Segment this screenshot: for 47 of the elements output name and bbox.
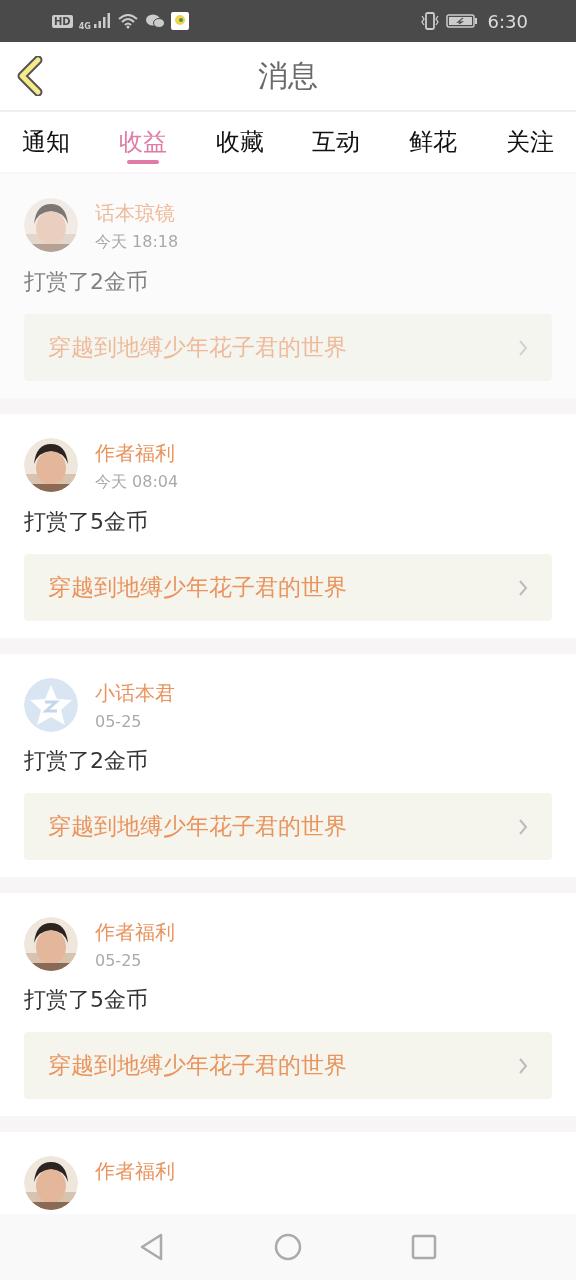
message-text: 打赏了2金币 xyxy=(24,268,149,296)
tab[interactable]: 关注 xyxy=(506,112,554,172)
wifi-icon xyxy=(116,13,139,29)
tab[interactable]: 互动 xyxy=(312,112,361,172)
app-notification-icon xyxy=(170,12,189,30)
sender-name[interactable]: 作者福利 xyxy=(95,919,175,946)
star-logo-avatar-icon xyxy=(24,678,78,732)
message-time: 05-25 xyxy=(95,712,143,731)
square-recents-icon xyxy=(411,1234,437,1260)
sender-name[interactable]: 作者福利 xyxy=(95,1158,175,1185)
battery-charging-icon xyxy=(445,13,478,29)
hd-badge: HD xyxy=(52,14,73,28)
chat-bubbles-icon xyxy=(144,13,165,29)
book-link[interactable]: 穿越到地缚少年花子君的世界 xyxy=(24,1032,552,1099)
message-time: 今天 08:04 xyxy=(95,472,179,493)
book-link[interactable]: 穿越到地缚少年花子君的世界 xyxy=(24,793,552,860)
back-button[interactable] xyxy=(16,56,44,96)
message-time: 今天 18:18 xyxy=(95,232,179,253)
book-title: 穿越到地缚少年花子君的世界 xyxy=(48,333,347,362)
book-title: 穿越到地缚少年花子君的世界 xyxy=(48,1051,347,1080)
chevron-right-icon xyxy=(518,578,528,597)
tab[interactable]: 鲜花 xyxy=(409,112,458,172)
tab[interactable]: 收益 xyxy=(118,112,167,172)
sender-name[interactable]: 小话本君 xyxy=(95,680,175,707)
sender-name[interactable]: 话本琼镜 xyxy=(95,200,179,227)
message-time: 05-25 xyxy=(95,951,143,970)
book-link[interactable]: 穿越到地缚少年花子君的世界 xyxy=(24,554,552,621)
clock-time: 6:30 xyxy=(487,10,528,32)
back-chevron-icon xyxy=(16,56,44,96)
sender-name[interactable]: 作者福利 xyxy=(95,440,179,467)
page-title: 消息 xyxy=(258,56,318,95)
signal-icon xyxy=(92,13,111,29)
book-title: 穿越到地缚少年花子君的世界 xyxy=(48,573,347,602)
message-text: 打赏了5金币 xyxy=(24,508,149,536)
triangle-back-icon xyxy=(139,1233,165,1261)
chevron-right-icon xyxy=(518,817,528,836)
tab[interactable]: 收藏 xyxy=(215,112,264,172)
vibrate-icon xyxy=(419,12,440,30)
book-link[interactable]: 穿越到地缚少年花子君的世界 xyxy=(24,314,552,381)
message-text: 打赏了5金币 xyxy=(24,986,149,1014)
message-text: 打赏了2金币 xyxy=(24,747,149,775)
network-label: 4G xyxy=(78,22,91,31)
book-title: 穿越到地缚少年花子君的世界 xyxy=(48,812,347,841)
chevron-right-icon xyxy=(518,1056,528,1075)
chevron-right-icon xyxy=(518,338,528,357)
tab[interactable]: 通知 xyxy=(22,112,70,172)
circle-home-icon xyxy=(274,1233,302,1261)
